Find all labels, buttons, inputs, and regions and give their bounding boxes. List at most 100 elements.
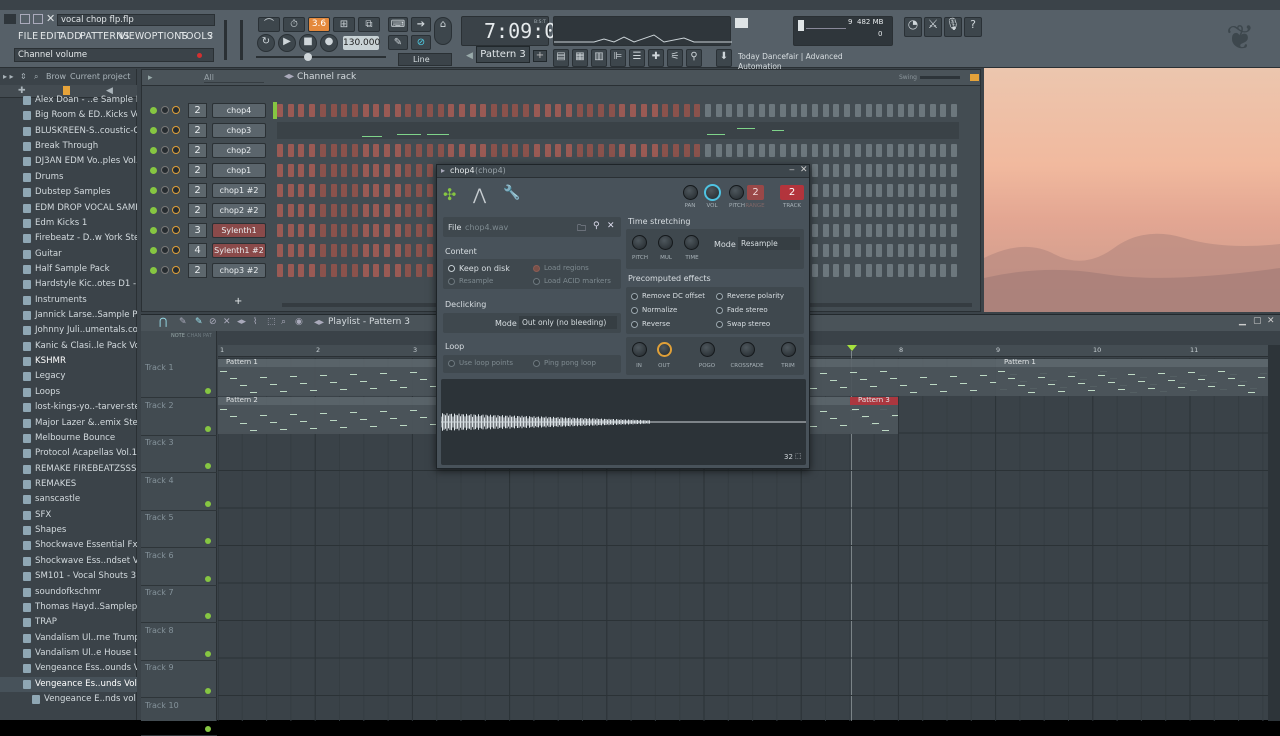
step-button[interactable]: [319, 144, 326, 157]
step-button[interactable]: [555, 144, 562, 157]
play-button[interactable]: ▶: [278, 34, 296, 52]
step-button[interactable]: [351, 144, 358, 157]
step-button[interactable]: [854, 264, 861, 277]
step-button[interactable]: [886, 244, 893, 257]
step-button[interactable]: [287, 204, 294, 217]
countdown-icon[interactable]: ⌂: [434, 17, 452, 45]
step-button[interactable]: [512, 144, 519, 157]
step-button[interactable]: [833, 244, 840, 257]
step-button[interactable]: [876, 184, 883, 197]
step-button[interactable]: [908, 184, 915, 197]
panic-icon[interactable]: ⚔: [924, 17, 942, 37]
step-button[interactable]: [512, 104, 519, 117]
step-button[interactable]: [287, 164, 294, 177]
step-button[interactable]: [598, 104, 604, 117]
step-button[interactable]: [351, 204, 358, 217]
step-button[interactable]: [833, 204, 840, 217]
step-button[interactable]: [341, 244, 348, 257]
step-button[interactable]: [812, 264, 818, 277]
normalize-radio[interactable]: [631, 307, 638, 314]
step-button[interactable]: [277, 184, 283, 197]
step-button[interactable]: [672, 104, 679, 117]
channel-mixer-track[interactable]: 3: [188, 223, 207, 238]
browser-item[interactable]: REMAKES: [0, 477, 137, 492]
step-button[interactable]: [309, 244, 316, 257]
resample-radio[interactable]: [448, 278, 455, 285]
step-button[interactable]: [426, 224, 433, 237]
step-button[interactable]: [373, 164, 380, 177]
browser-item[interactable]: SM101 - Vocal Shouts 3: [0, 569, 137, 584]
typing-keyboard-icon[interactable]: ⌨: [388, 17, 408, 32]
reverse-polarity-radio[interactable]: [716, 293, 723, 300]
step-button[interactable]: [919, 184, 925, 197]
step-button[interactable]: [298, 244, 305, 257]
step-button[interactable]: [769, 104, 776, 117]
channel-volume-knob[interactable]: [172, 206, 180, 214]
step-button[interactable]: [876, 224, 883, 237]
step-button[interactable]: [876, 204, 883, 217]
playlist-zoom-icon[interactable]: ⌕: [281, 317, 286, 327]
keep-on-disk-radio[interactable]: [448, 265, 455, 272]
pattern-clip[interactable]: Pattern 1: [996, 358, 1268, 396]
step-button[interactable]: [341, 164, 348, 177]
file-clear-icon[interactable]: ✕: [607, 221, 615, 231]
step-button[interactable]: [405, 184, 412, 197]
browser-search-icon[interactable]: ⌕: [34, 72, 38, 82]
step-button[interactable]: [854, 244, 861, 257]
step-button[interactable]: [822, 164, 829, 177]
step-button[interactable]: [330, 224, 337, 237]
step-button[interactable]: [287, 144, 294, 157]
step-button[interactable]: [779, 104, 786, 117]
step-button[interactable]: [886, 164, 893, 177]
track-mute-led[interactable]: [205, 500, 211, 507]
channel-mute-led[interactable]: [150, 267, 157, 274]
step-button[interactable]: [341, 224, 348, 237]
step-button[interactable]: [416, 164, 423, 177]
step-button[interactable]: [426, 244, 433, 257]
step-button[interactable]: [919, 244, 925, 257]
step-button[interactable]: [384, 164, 390, 177]
step-button[interactable]: [908, 224, 915, 237]
load-regions-radio[interactable]: [533, 265, 540, 272]
step-button[interactable]: [394, 104, 401, 117]
step-button[interactable]: [886, 264, 893, 277]
browser-item[interactable]: Firebeatz - D..w York Stems: [0, 231, 137, 246]
step-button[interactable]: [908, 164, 915, 177]
step-button[interactable]: [373, 224, 380, 237]
playlist-paint-icon[interactable]: ✎: [195, 317, 203, 327]
track-mute-led[interactable]: [205, 688, 211, 694]
magnet-icon[interactable]: ⊘: [411, 35, 431, 50]
playlist-slice-icon[interactable]: ⌇: [253, 317, 257, 327]
step-button[interactable]: [351, 184, 358, 197]
step-button[interactable]: [319, 244, 326, 257]
step-button[interactable]: [373, 204, 380, 217]
channel-pan-knob[interactable]: [161, 246, 169, 254]
pattern-prev-icon[interactable]: ◀: [466, 51, 473, 62]
step-button[interactable]: [437, 104, 444, 117]
browser-item[interactable]: Dubstep Samples: [0, 185, 137, 200]
playlist-close-icon[interactable]: ✕: [1267, 316, 1275, 326]
step-button[interactable]: [405, 244, 412, 257]
browser-item[interactable]: Vengeance E..nds vol 5: [0, 692, 137, 707]
step-button[interactable]: [319, 204, 326, 217]
step-button[interactable]: [747, 144, 754, 157]
sampler-minimize-icon[interactable]: ‒: [789, 165, 795, 175]
step-button[interactable]: [854, 144, 861, 157]
step-button[interactable]: [277, 224, 283, 237]
metronome-button[interactable]: ⏱: [283, 17, 305, 32]
browser-item[interactable]: Shockwave Ess..ndset Vol 2: [0, 554, 137, 569]
channel-mixer-track[interactable]: 2: [188, 103, 207, 118]
step-button[interactable]: [351, 264, 358, 277]
step-button[interactable]: [726, 104, 733, 117]
step-button[interactable]: [919, 144, 925, 157]
browser-item[interactable]: KSHMR: [0, 354, 137, 369]
step-button[interactable]: [565, 144, 572, 157]
step-button[interactable]: [448, 104, 455, 117]
step-button[interactable]: [405, 164, 412, 177]
step-button[interactable]: [319, 164, 326, 177]
step-button[interactable]: [416, 264, 423, 277]
browser-tab-brow[interactable]: Brow: [46, 72, 66, 81]
step-button[interactable]: [351, 104, 358, 117]
step-button[interactable]: [758, 144, 765, 157]
step-button[interactable]: [341, 144, 348, 157]
